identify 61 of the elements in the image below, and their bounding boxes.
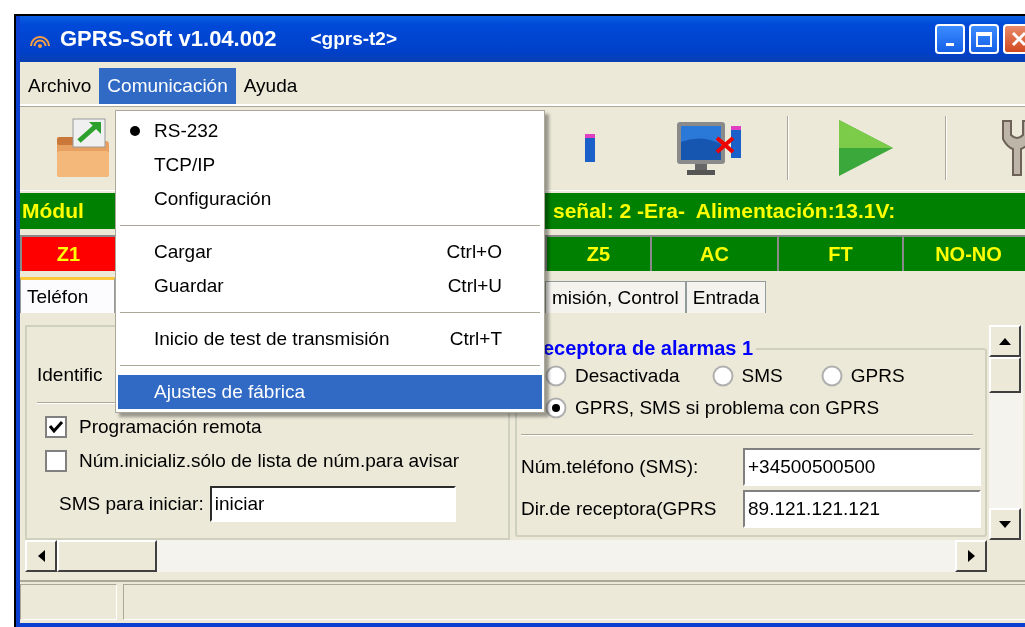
radio-label: Desactivada: [575, 365, 680, 387]
tab[interactable]: Teléfon: [20, 277, 115, 313]
menu-item[interactable]: Ayuda: [235, 68, 306, 104]
radio-label: GPRS, SMS si problema con GPRS: [575, 397, 880, 419]
menu-item[interactable]: RS-232: [118, 114, 542, 148]
arrow-left-icon: [36, 549, 46, 563]
scroll-thumb[interactable]: [57, 540, 157, 572]
checkbox-label: Núm.inicializ.sólo de lista de núm.para avisar: [79, 450, 460, 472]
menu-item[interactable]: Archivo: [20, 68, 100, 104]
menu-item[interactable]: Configuración: [118, 182, 542, 216]
field-label: Identific: [37, 364, 103, 387]
menu-item[interactable]: Guardar Ctrl+U: [118, 269, 542, 303]
menu-item[interactable]: Comunicación: [99, 68, 236, 104]
input-field[interactable]: +34500500500: [743, 448, 981, 486]
zone-indicator: Z1: [20, 235, 115, 271]
checkbox[interactable]: [45, 450, 67, 472]
close-icon: [1010, 30, 1025, 48]
menu-item[interactable]: Ajustes de fábrica: [118, 375, 542, 409]
signal-power-text: señal: 2 -Era- Alimentación:13.1V:: [552, 199, 897, 223]
input-field[interactable]: iniciar: [209, 486, 456, 522]
zone-indicator: FT: [777, 235, 902, 271]
menu-item[interactable]: Cargar Ctrl+O: [118, 235, 542, 269]
scroll-right-button[interactable]: [955, 540, 987, 572]
radio-label: GPRS: [850, 365, 905, 387]
menu-item[interactable]: Inicio de test de transmisión Ctrl+T: [118, 322, 542, 356]
field-label: Núm.teléfono (SMS):: [521, 456, 700, 478]
maximize-button[interactable]: [969, 24, 999, 54]
zone-indicator: Z5: [545, 235, 650, 271]
monitor-cross-icon[interactable]: [675, 120, 743, 176]
checkbox[interactable]: [45, 416, 67, 438]
minimize-icon: [946, 42, 954, 46]
minimize-button[interactable]: [935, 24, 965, 54]
close-button[interactable]: [1003, 24, 1025, 54]
scroll-up-button[interactable]: [989, 325, 1021, 357]
field-label: SMS para iniciar:: [59, 493, 204, 515]
field-label: Dir.de receptora(GPRS: [521, 498, 718, 520]
radio-button[interactable]: [545, 365, 567, 387]
tab[interactable]: Entrada: [685, 281, 767, 313]
window-title: GPRS-Soft v1.04.002: [60, 26, 277, 52]
scroll-down-button[interactable]: [989, 508, 1021, 540]
group-title: eceptora de alarmas 1: [543, 337, 755, 360]
radio-button[interactable]: [545, 397, 567, 419]
module-text: Módul: [21, 199, 85, 223]
tab[interactable]: misión, Control: [545, 281, 686, 313]
connector-icon: [583, 132, 597, 164]
checkbox-label: Programación remota: [79, 416, 262, 438]
arrow-right-icon: [966, 549, 976, 563]
zone-indicator: NO-NO: [902, 235, 1025, 271]
window-subtitle: <gprs-t2>: [310, 28, 398, 50]
radio-label: SMS: [741, 365, 783, 387]
maximize-icon: [976, 31, 992, 47]
zone-indicator: AC: [650, 235, 777, 271]
scroll-thumb[interactable]: [989, 357, 1021, 393]
input-field[interactable]: 89.121.121.121: [743, 490, 981, 528]
radio-button[interactable]: [820, 365, 843, 387]
arrow-up-icon: [998, 336, 1012, 346]
arrow-down-icon: [998, 519, 1012, 529]
folder-export-icon[interactable]: [55, 117, 111, 179]
radio-button[interactable]: [711, 365, 734, 387]
menu-item[interactable]: TCP/IP: [118, 148, 542, 182]
scroll-left-button[interactable]: [25, 540, 57, 572]
